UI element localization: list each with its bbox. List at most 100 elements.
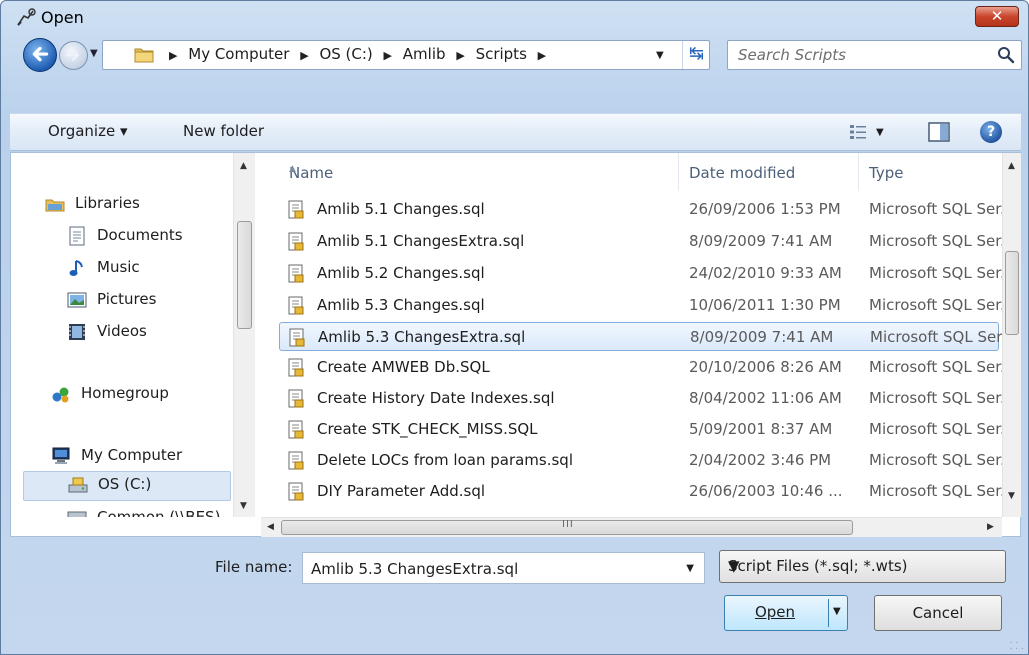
file-list[interactable]: Name ▲ Date modified Type Amlib 5.1 Chan… <box>261 153 1021 517</box>
file-name: Amlib 5.1 ChangesExtra.sql <box>317 232 525 250</box>
file-row[interactable]: DIY Parameter Add.sql 26/06/2003 10:46 .… <box>279 477 1005 506</box>
videos-icon <box>69 324 85 340</box>
nav-item-label: Music <box>97 258 140 276</box>
new-folder-button[interactable]: New folder <box>183 122 264 140</box>
column-header-type[interactable]: Type <box>859 153 1019 191</box>
file-list-scrollbar-thumb[interactable] <box>1005 251 1019 335</box>
help-icon[interactable]: ? <box>980 121 1002 143</box>
column-header-date-modified[interactable]: Date modified <box>679 153 859 191</box>
open-dialog: Open ✕ ▼ ▶ My Computer ▶ OS (C:) ▶ Amlib… <box>0 0 1029 655</box>
scroll-left-arrow-icon[interactable]: ◀ <box>267 522 274 532</box>
nav-item-videos[interactable]: Videos <box>67 319 227 347</box>
sql-file-icon <box>288 420 304 439</box>
navigation-pane[interactable]: Libraries Documents Music Pictures Video… <box>11 153 259 517</box>
nav-item-label: Videos <box>97 322 147 340</box>
breadcrumb-separator-icon[interactable]: ▶ <box>300 49 308 62</box>
breadcrumb-item-amlib[interactable]: Amlib <box>403 45 446 63</box>
nav-item-os-c[interactable]: OS (C:) <box>23 471 231 501</box>
scroll-right-arrow-icon[interactable]: ▶ <box>987 522 994 532</box>
scroll-down-arrow-icon[interactable]: ▼ <box>1008 491 1015 501</box>
split-divider <box>828 599 829 627</box>
nav-item-homegroup[interactable]: Homegroup <box>51 381 226 409</box>
file-row-selected[interactable]: Amlib 5.3 ChangesExtra.sql 8/09/2009 7:4… <box>279 322 1006 351</box>
file-list-horizontal-scrollbar[interactable]: ◀ III ▶ <box>261 517 1002 537</box>
file-type: Microsoft SQL Ser. <box>869 358 1005 376</box>
close-button[interactable]: ✕ <box>975 6 1019 27</box>
forward-arrow-icon <box>66 49 79 61</box>
recent-pages-dropdown-icon[interactable]: ▼ <box>90 48 98 59</box>
nav-item-libraries[interactable]: Libraries <box>45 191 225 219</box>
file-row[interactable]: Amlib 5.2 Changes.sql 24/02/2010 9:33 AM… <box>279 259 1005 288</box>
breadcrumb-separator-icon[interactable]: ▶ <box>538 49 546 62</box>
window-title: Open <box>41 8 84 27</box>
nav-item-pictures[interactable]: Pictures <box>67 287 227 315</box>
file-row[interactable]: Create History Date Indexes.sql 8/04/200… <box>279 384 1005 413</box>
nav-item-label: Documents <box>97 226 183 244</box>
forward-button[interactable] <box>59 41 88 70</box>
breadcrumb-separator-icon[interactable]: ▶ <box>384 49 392 62</box>
file-name: Create STK_CHECK_MISS.SQL <box>317 420 538 438</box>
file-row[interactable]: Amlib 5.3 Changes.sql 10/06/2011 1:30 PM… <box>279 291 1005 320</box>
nav-item-common-network-drive[interactable]: Common (\\BES) <box>67 505 233 517</box>
file-date-modified: 24/02/2010 9:33 AM <box>689 264 842 282</box>
file-type: Microsoft SQL Ser. <box>869 389 1005 407</box>
libraries-icon <box>45 199 65 212</box>
open-button[interactable]: Open ▼ <box>724 595 848 631</box>
nav-item-music[interactable]: Music <box>67 255 227 283</box>
scroll-down-arrow-icon[interactable]: ▼ <box>240 501 247 511</box>
file-row[interactable]: Create STK_CHECK_MISS.SQL 5/09/2001 8:37… <box>279 415 1005 444</box>
breadcrumb-separator-icon[interactable]: ▶ <box>169 49 177 62</box>
breadcrumb-separator-icon[interactable]: ▶ <box>456 49 464 62</box>
back-arrow-icon <box>32 46 49 62</box>
organize-menu-button[interactable]: Organize ▾ <box>48 122 128 140</box>
resize-grip-icon[interactable]: . .. . . <box>1010 637 1024 652</box>
breadcrumb-item-my-computer[interactable]: My Computer <box>188 45 289 63</box>
file-list-vertical-scrollbar[interactable]: ▲ ▼ <box>1002 153 1021 517</box>
open-button-label: Open <box>754 603 796 621</box>
nav-item-documents[interactable]: Documents <box>67 223 227 251</box>
nav-pane-vertical-scrollbar[interactable]: ▲ ▼ <box>233 153 255 517</box>
change-view-icon[interactable] <box>848 122 868 142</box>
folder-icon <box>134 48 154 63</box>
file-row[interactable]: Amlib 5.1 ChangesExtra.sql 8/09/2009 7:4… <box>279 227 1005 256</box>
documents-icon <box>69 226 85 246</box>
search-input[interactable] <box>738 45 978 65</box>
horizontal-scrollbar-thumb[interactable]: III <box>281 519 853 535</box>
nav-item-my-computer[interactable]: My Computer <box>51 443 231 471</box>
nav-item-label: Homegroup <box>81 384 169 402</box>
drive-icon <box>68 477 88 493</box>
breadcrumb-item-os-c[interactable]: OS (C:) <box>319 45 372 63</box>
file-row[interactable]: Amlib 5.1 Changes.sql 26/09/2006 1:53 PM… <box>279 195 1005 224</box>
file-name-input[interactable] <box>311 559 671 579</box>
file-date-modified: 26/06/2003 10:46 ... <box>689 482 843 500</box>
file-date-modified: 26/09/2006 1:53 PM <box>689 200 841 218</box>
search-icon[interactable] <box>997 46 1015 64</box>
file-row[interactable]: Delete LOCs from loan params.sql 2/04/20… <box>279 446 1005 475</box>
open-options-dropdown-icon[interactable]: ▼ <box>833 606 841 617</box>
search-box[interactable] <box>727 40 1022 70</box>
file-name-dropdown-icon[interactable]: ▼ <box>686 563 694 574</box>
nav-scrollbar-thumb[interactable] <box>237 221 252 329</box>
file-name-combobox[interactable]: ▼ <box>302 552 705 584</box>
back-button[interactable] <box>23 38 57 72</box>
scroll-up-arrow-icon[interactable]: ▲ <box>1008 161 1015 171</box>
command-toolbar: Organize ▾ New folder ▼ ? <box>10 113 1021 151</box>
file-name: Amlib 5.3 Changes.sql <box>317 296 485 314</box>
sql-file-icon <box>288 200 304 219</box>
content-area: Libraries Documents Music Pictures Video… <box>10 152 1021 537</box>
breadcrumb-item-scripts[interactable]: Scripts <box>476 45 527 63</box>
file-date-modified: 8/09/2009 7:41 AM <box>689 232 833 250</box>
scroll-up-arrow-icon[interactable]: ▲ <box>240 161 247 171</box>
sql-file-icon <box>288 389 304 408</box>
file-row[interactable]: Create AMWEB Db.SQL 20/10/2006 8:26 AM M… <box>279 353 1005 382</box>
sql-file-icon <box>288 482 304 501</box>
cancel-button[interactable]: Cancel <box>874 595 1002 631</box>
refresh-button[interactable]: ↹ <box>682 41 710 69</box>
address-dropdown-icon[interactable]: ▼ <box>656 50 664 61</box>
preview-pane-icon[interactable] <box>928 122 950 142</box>
view-options-dropdown-icon[interactable]: ▼ <box>876 127 884 138</box>
file-type-filter-select[interactable]: Script Files (*.sql; *.wts) ▼ <box>719 550 1006 583</box>
file-type: Microsoft SQL Ser. <box>869 451 1005 469</box>
column-header-name[interactable]: Name ▲ <box>279 153 679 191</box>
file-type: Microsoft SQL Ser. <box>869 420 1005 438</box>
